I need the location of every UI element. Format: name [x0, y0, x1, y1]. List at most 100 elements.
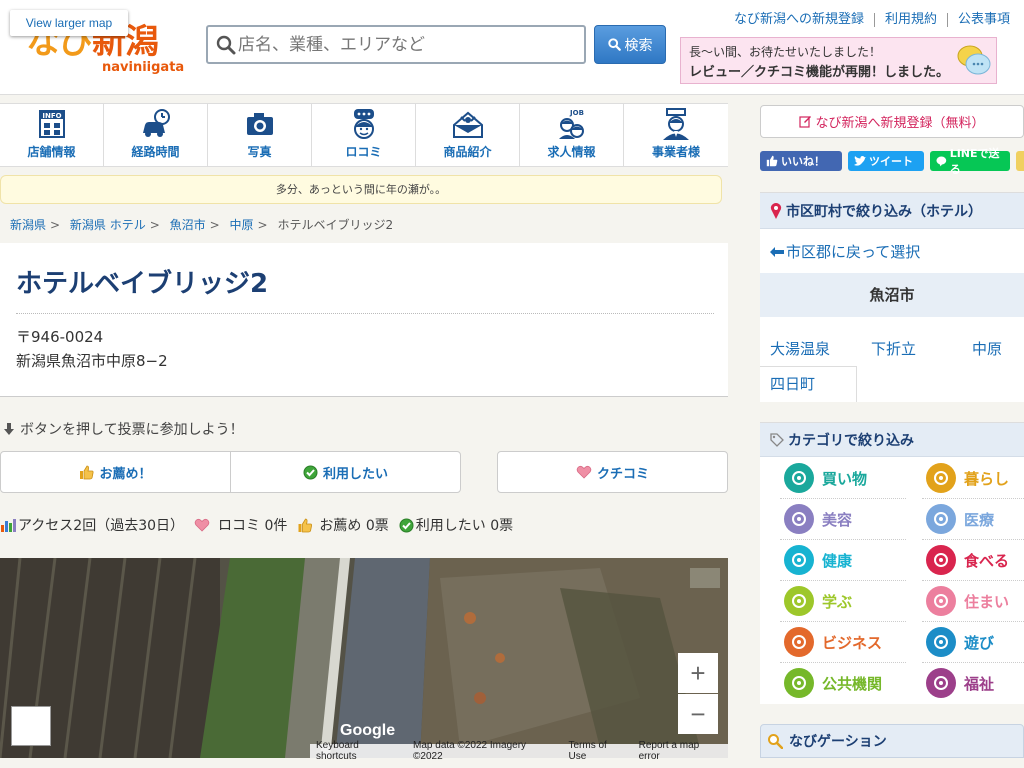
navigation-header: なびゲーション: [760, 724, 1024, 758]
breadcrumb-district[interactable]: 中原: [230, 218, 254, 232]
house-icon: [926, 586, 956, 616]
map-footer: Keyboard shortcuts Map data ©2022 Imager…: [310, 740, 728, 762]
breadcrumb-city[interactable]: 魚沼市: [170, 218, 206, 232]
postal-code: 〒946-0024: [16, 328, 104, 346]
breadcrumb-separator: >: [209, 218, 220, 232]
terms-link[interactable]: 利用規約: [875, 13, 948, 27]
line-icon: [936, 156, 947, 167]
social-buttons: いいね！ ツイート LINEで送る: [760, 147, 1024, 176]
category-welfare[interactable]: 福祉: [926, 664, 1024, 702]
tab-label: 商品紹介: [443, 145, 492, 159]
area-item-nakahara[interactable]: 中原: [972, 331, 1002, 367]
divider: [922, 498, 1024, 499]
area-item-yokkamachi[interactable]: 四日町: [770, 366, 815, 402]
map-pin-icon: [770, 202, 782, 219]
heart-icon: [194, 518, 210, 532]
divider: [922, 539, 1024, 540]
category-shopping-bag[interactable]: 買い物: [784, 459, 914, 497]
search-input[interactable]: [238, 29, 578, 60]
navigation-title: なびゲーション: [789, 734, 887, 750]
search-icon: [216, 35, 236, 55]
category-building[interactable]: ビジネス: [784, 623, 914, 661]
tab-label: 経路時間: [131, 145, 180, 159]
mail-share-button[interactable]: [1016, 151, 1024, 171]
camera-play-icon: [926, 627, 956, 657]
tab-business[interactable]: 事業者様: [624, 104, 728, 166]
category-label: 健康: [822, 551, 853, 570]
register-button[interactable]: なび新潟へ新規登録（無料）: [760, 105, 1024, 138]
recommend-count: お薦め 0票: [319, 518, 389, 534]
building-icon: [784, 627, 814, 657]
promo-banner[interactable]: 長〜い間、お待たせいたしました！ レビュー／クチコミ機能が再開！しました。: [680, 37, 997, 84]
tab-reviews[interactable]: ロコミ: [312, 104, 416, 166]
category-learning[interactable]: 学ぶ: [784, 582, 914, 620]
tab-route-time[interactable]: 経路時間: [104, 104, 208, 166]
tab-products[interactable]: 商品紹介: [416, 104, 520, 166]
area-item-shimo-orutate[interactable]: 下折立: [871, 331, 916, 367]
keyboard-shortcuts-link[interactable]: Keyboard shortcuts: [310, 740, 407, 762]
divider: [780, 539, 906, 540]
zoom-in-button[interactable]: +: [678, 653, 718, 693]
category-label: 食べる: [964, 551, 1010, 570]
area-filter-title: 市区町村で絞り込み（ホテル）: [786, 203, 982, 220]
divider: [16, 313, 714, 314]
twitter-bird-icon: [854, 155, 866, 166]
tab-label: 写真: [247, 145, 272, 159]
tab-label: 店舗情報: [27, 145, 76, 159]
tab-store-info[interactable]: INFO 店舗情報: [0, 104, 104, 166]
area-back-link[interactable]: 市区郡に戻って選択: [770, 241, 920, 262]
divider: [780, 621, 906, 622]
view-larger-map-button[interactable]: View larger map: [10, 10, 128, 36]
business-icon: [663, 108, 689, 140]
tab-photos[interactable]: 写真: [208, 104, 312, 166]
category-label: 福祉: [964, 674, 995, 693]
want-stat: 利用したい 0票: [399, 515, 513, 535]
camera-icon: [246, 113, 273, 135]
want-to-use-button[interactable]: 利用したい: [230, 452, 460, 492]
job-icon: JOB: [558, 109, 584, 139]
page-title: ホテルベイブリッジ2: [16, 269, 269, 299]
category-dining[interactable]: 食べる: [926, 541, 1024, 579]
category-beauty[interactable]: 美容: [784, 500, 914, 538]
search-button-label: 検索: [624, 37, 653, 54]
search-button[interactable]: 検索: [594, 25, 666, 64]
breadcrumb-prefecture[interactable]: 新潟県: [10, 218, 46, 232]
tab-jobs[interactable]: JOB 求人情報: [520, 104, 624, 166]
breadcrumb-hotel[interactable]: 新潟県 ホテル: [70, 218, 146, 232]
category-public[interactable]: 公共機関: [784, 664, 914, 702]
category-label: ビジネス: [822, 633, 883, 652]
breadcrumb-separator: >: [257, 218, 268, 232]
public-icon: [784, 668, 814, 698]
review-count: ロコミ 0件: [218, 518, 288, 534]
thumbs-up-icon: [766, 155, 778, 167]
arrow-left-icon: [770, 246, 784, 257]
area-item-oyu-onsen[interactable]: 大湯温泉: [770, 331, 830, 367]
pegman-control[interactable]: [11, 706, 51, 746]
category-label: 公共機関: [822, 674, 883, 693]
category-medical[interactable]: 医療: [926, 500, 1024, 538]
info-icon: INFO: [38, 110, 65, 138]
recommend-button[interactable]: お薦め！: [1, 452, 230, 492]
vote-hint-text: ボタンを押して投票に参加しよう！: [20, 422, 244, 438]
learning-icon: [784, 586, 814, 616]
register-link[interactable]: なび新潟への新規登録: [724, 13, 875, 27]
category-camera-play[interactable]: 遊び: [926, 623, 1024, 661]
category-health[interactable]: 健康: [784, 541, 914, 579]
public-notice-link[interactable]: 公表事項: [948, 13, 1010, 27]
line-send-button[interactable]: LINEで送る: [930, 147, 1010, 176]
category-label: 暮らし: [964, 469, 1010, 488]
family-icon: [926, 463, 956, 493]
review-button[interactable]: クチコミ: [497, 451, 728, 493]
area-filter-header: 市区町村で絞り込み（ホテル）: [760, 193, 1024, 229]
category-family[interactable]: 暮らし: [926, 459, 1024, 497]
promo-line2: レビュー／クチコミ機能が再開！しました。: [689, 65, 950, 80]
divider: [922, 580, 1024, 581]
facebook-like-button[interactable]: いいね！: [760, 151, 842, 171]
terms-of-use-link[interactable]: Terms of Use: [563, 740, 633, 762]
twitter-tweet-button[interactable]: ツイート: [848, 151, 924, 171]
category-house[interactable]: 住まい: [926, 582, 1024, 620]
report-map-error-link[interactable]: Report a map error: [633, 740, 728, 762]
category-filter-title: カテゴリで絞り込み: [788, 432, 914, 449]
notice-banner: 多分、あっという間に年の瀬が。。: [0, 175, 722, 204]
zoom-out-button[interactable]: −: [678, 694, 718, 734]
